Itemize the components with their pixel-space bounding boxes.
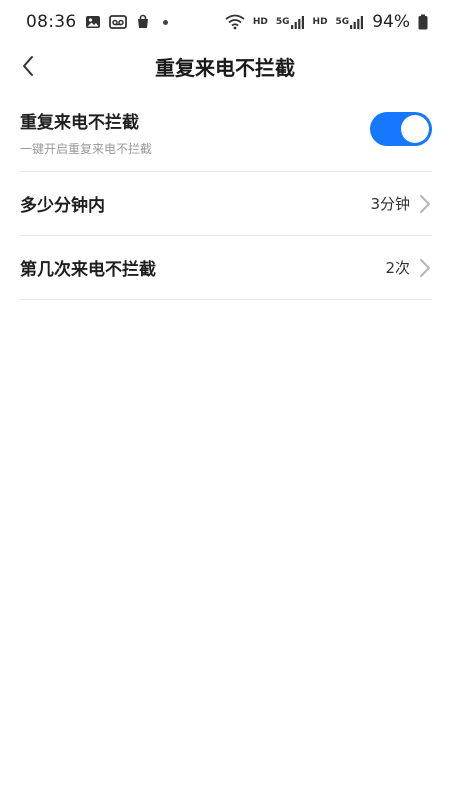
app-header: 重复来电不拦截 bbox=[0, 44, 450, 88]
hd-label: HD bbox=[252, 17, 268, 27]
call-count-title: 第几次来电不拦截 bbox=[20, 260, 156, 280]
minutes-title: 多少分钟内 bbox=[20, 196, 105, 216]
status-bar: 08:36 HD 5G HD 5G 94% bbox=[0, 0, 450, 44]
chevron-right-icon bbox=[420, 258, 430, 277]
chevron-right-icon bbox=[420, 194, 430, 213]
gallery-icon bbox=[85, 14, 101, 30]
back-button[interactable] bbox=[12, 50, 44, 82]
battery-icon bbox=[418, 14, 428, 30]
minutes-right: 3分钟 bbox=[370, 193, 432, 215]
wifi-icon bbox=[225, 14, 245, 30]
toggle-knob bbox=[401, 115, 429, 143]
status-left: 08:36 bbox=[26, 12, 168, 32]
repeat-call-subtitle: 一键开启重复来电不拦截 bbox=[20, 142, 153, 156]
signal-icon: 5G bbox=[276, 15, 305, 29]
call-count-value: 2次 bbox=[385, 259, 410, 277]
hd-label: HD bbox=[312, 17, 328, 27]
minutes-row[interactable]: 多少分钟内 3分钟 bbox=[20, 172, 432, 236]
shopping-bag-icon bbox=[135, 14, 151, 30]
settings-list: 重复来电不拦截 一键开启重复来电不拦截 多少分钟内 3分钟 第几次来电不拦截 2… bbox=[20, 92, 432, 300]
repeat-call-title: 重复来电不拦截 bbox=[20, 113, 139, 133]
status-time: 08:36 bbox=[26, 12, 77, 32]
call-count-right: 2次 bbox=[385, 257, 432, 279]
signal-icon: 5G bbox=[336, 15, 365, 29]
chevron-left-icon bbox=[23, 56, 33, 76]
minutes-value: 3分钟 bbox=[370, 195, 410, 213]
signal-type-label: 5G bbox=[275, 17, 290, 27]
notification-dot-icon bbox=[162, 19, 168, 25]
screen: 08:36 HD 5G HD 5G 94% 重复来电不拦截 重复来电不拦截 一键… bbox=[0, 0, 450, 800]
signal-type-label: 5G bbox=[335, 17, 350, 27]
repeat-call-toggle-row: 重复来电不拦截 一键开启重复来电不拦截 bbox=[20, 92, 432, 172]
voicemail-icon bbox=[108, 14, 127, 30]
page-title: 重复来电不拦截 bbox=[155, 55, 295, 80]
status-right: HD 5G HD 5G 94% bbox=[225, 12, 428, 32]
call-count-row[interactable]: 第几次来电不拦截 2次 bbox=[20, 236, 432, 300]
repeat-call-toggle[interactable] bbox=[370, 112, 432, 146]
battery-percent: 94% bbox=[372, 12, 410, 32]
